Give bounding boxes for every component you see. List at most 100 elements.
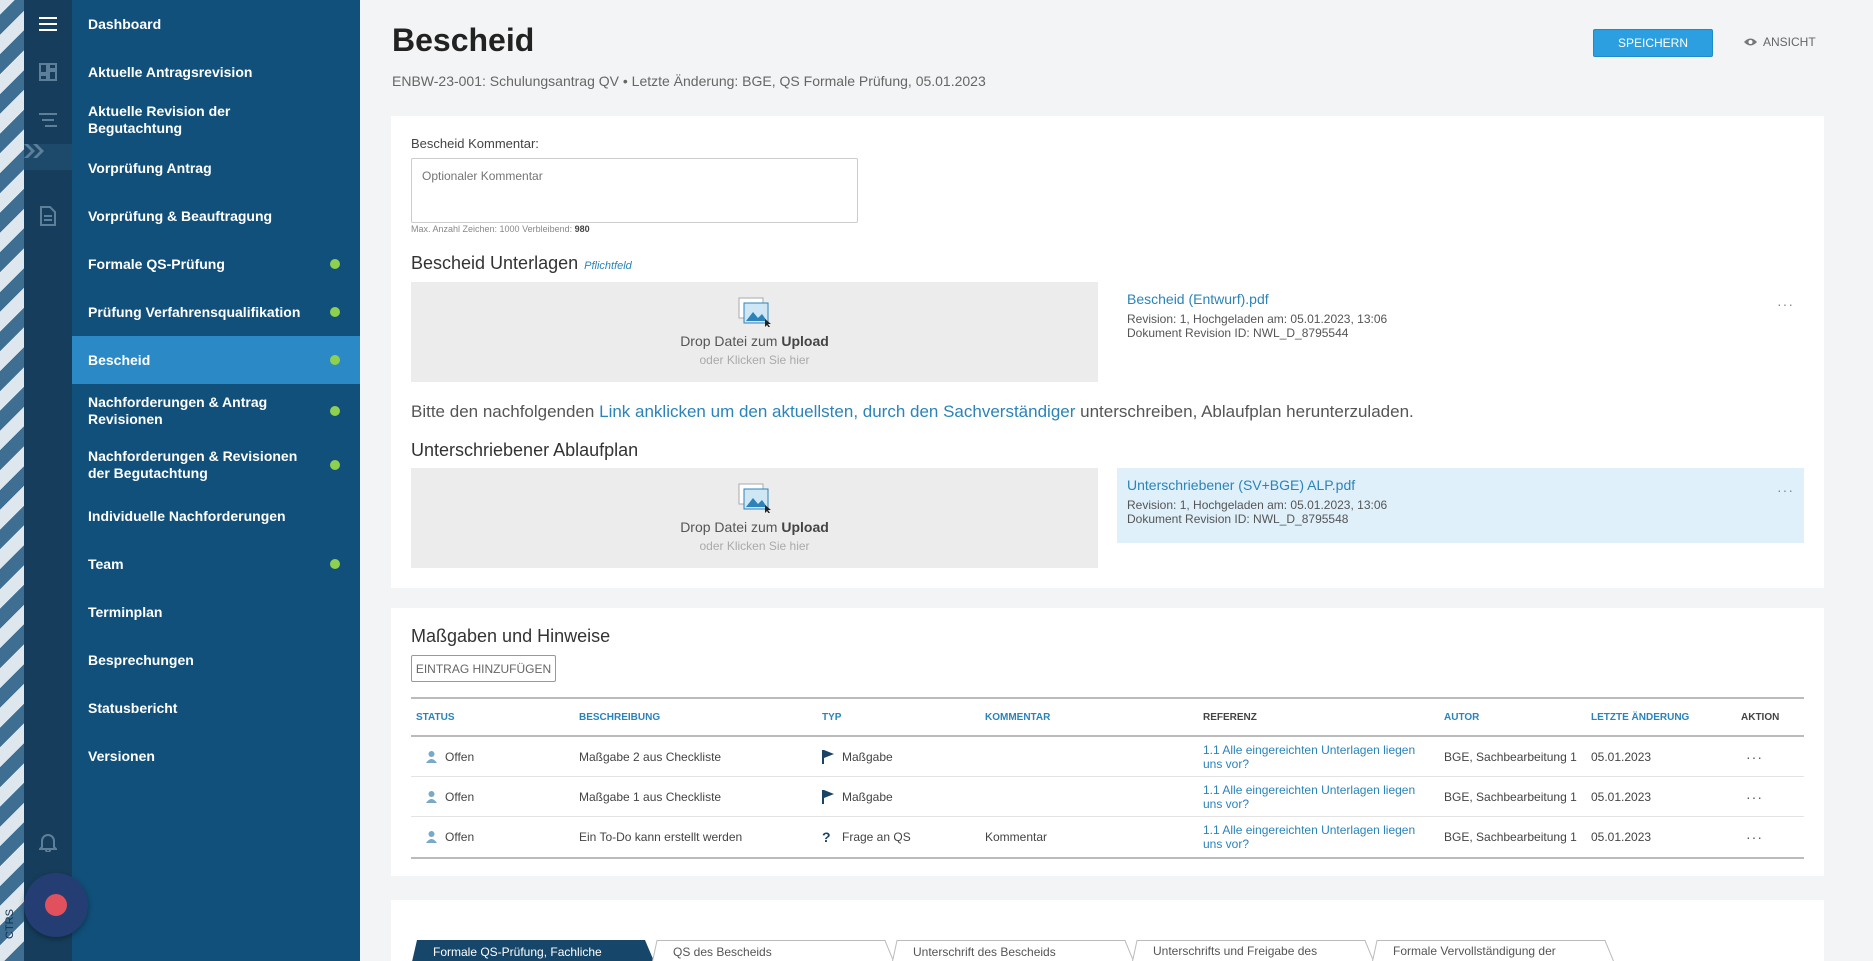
dashboard-icon[interactable] — [24, 48, 72, 96]
char-counter: Max. Anzahl Zeichen: 1000 Verbleibend: 9… — [411, 224, 590, 234]
table-row[interactable]: Offen Maßgabe 1 aus Checkliste Maßgabe 1… — [411, 777, 1804, 817]
user-icon — [426, 790, 437, 803]
description: Maßgabe 1 aus Checkliste — [579, 789, 722, 804]
author-text: BGE, Sachbearbeitung 1 — [1444, 789, 1577, 804]
workflow-card: Formale QS-Prüfung, Fachliche QS des Bes… — [391, 900, 1824, 961]
signed-heading: Unterschriebener Ablaufplan — [411, 440, 639, 460]
add-entry-button[interactable]: EINTRAG HINZUFÜGEN — [411, 655, 556, 682]
view-button[interactable]: ANSICHT — [1744, 35, 1816, 49]
sidebar-item-terminplan[interactable]: Terminplan — [72, 588, 360, 636]
type-text: Frage an QS — [842, 830, 911, 844]
view-label: ANSICHT — [1763, 35, 1816, 49]
save-button[interactable]: SPEICHERN — [1593, 29, 1713, 57]
type-text: Maßgabe — [842, 749, 893, 764]
more-icon[interactable]: ··· — [1746, 749, 1763, 765]
user-icon — [426, 750, 437, 763]
comment-field[interactable] — [411, 158, 858, 223]
sidebar-nav: Dashboard Aktuelle Antragsrevision Aktue… — [72, 0, 360, 961]
sidebar-item-formale-qs-pruefung[interactable]: Formale QS-Prüfung — [72, 240, 360, 288]
author-text: BGE, Sachbearbeitung 1 — [1444, 749, 1577, 764]
icon-rail — [24, 0, 72, 961]
sidebar-item-dashboard[interactable]: Dashboard — [72, 0, 360, 48]
signed-dropzone[interactable]: Drop Datei zum Upload oder Klicken Sie h… — [411, 468, 1098, 568]
status-dot — [330, 307, 340, 317]
status-text: Offen — [445, 830, 475, 844]
sidebar-item-besprechungen[interactable]: Besprechungen — [72, 636, 360, 684]
table-row[interactable]: Offen Ein To-Do kann erstellt werden ? Fr… — [411, 817, 1804, 857]
list-icon[interactable] — [24, 96, 72, 144]
chevrons-right-icon[interactable] — [24, 144, 72, 170]
sidebar-item-individuelle-nachforderungen[interactable]: Individuelle Nachforderungen — [72, 492, 360, 540]
status-dot — [330, 259, 340, 269]
column-header: REFERENZ — [1203, 711, 1257, 723]
reference-link[interactable]: 1.1 Alle eingereichten Unterlagen liegen… — [1203, 823, 1433, 851]
sidebar-item-aktuelle-revision-begutachtung[interactable]: Aktuelle Revision der Begutachtung — [72, 96, 360, 144]
sidebar-item-nachforderungen-begutachtung[interactable]: Nachforderungen & Revisionen der Begutac… — [72, 438, 360, 492]
sidebar-item-vorpruefung-antrag[interactable]: Vorprüfung Antrag — [72, 144, 360, 192]
description: Maßgabe 2 aus Checkliste — [579, 749, 722, 764]
page-title: Bescheid — [392, 22, 535, 58]
eye-icon — [1744, 38, 1757, 46]
date-text: 05.01.2023 — [1591, 749, 1652, 764]
more-icon[interactable]: ··· — [1777, 482, 1794, 498]
file-meta: Revision: 1, Hochgeladen am: 05.01.2023,… — [1127, 312, 1388, 340]
column-header[interactable]: LETZTE ÄNDERUNG — [1591, 699, 1689, 735]
dropzone-subtext: oder Klicken Sie hier — [699, 353, 810, 367]
more-icon[interactable]: ··· — [1746, 829, 1763, 845]
question-icon: ? — [822, 829, 831, 845]
reference-link[interactable]: 1.1 Alle eingereichten Unterlagen liegen… — [1203, 743, 1433, 771]
massgaben-card: Maßgaben und Hinweise EINTRAG HINZUFÜGEN… — [391, 608, 1824, 876]
bell-icon[interactable] — [24, 818, 72, 866]
workflow-step[interactable]: QS des Bescheids — [651, 940, 896, 961]
column-header: AKTION — [1741, 711, 1780, 723]
comment-label: Bescheid Kommentar: — [411, 136, 539, 151]
status-text: Offen — [445, 749, 475, 764]
status-dot — [330, 559, 340, 569]
sidebar-item-statusbericht[interactable]: Statusbericht — [72, 684, 360, 732]
required-badge: Pflichtfeld — [584, 260, 632, 272]
author-text: BGE, Sachbearbeitung 1 — [1444, 830, 1577, 844]
bescheid-dropzone[interactable]: Drop Datei zum Upload oder Klicken Sie h… — [411, 282, 1098, 382]
upload-image-icon — [738, 483, 771, 513]
sidebar-item-bescheid[interactable]: Bescheid — [72, 336, 360, 384]
more-icon[interactable]: ··· — [1746, 789, 1763, 805]
column-header[interactable]: BESCHREIBUNG — [579, 699, 660, 735]
file-link[interactable]: Unterschriebener (SV+BGE) ALP.pdf — [1127, 477, 1794, 493]
bescheid-card: Bescheid Kommentar: Max. Anzahl Zeichen:… — [391, 116, 1824, 588]
page-subtitle: ENBW-23-001: Schulungsantrag QV • Letzte… — [392, 73, 986, 89]
bescheid-file: Bescheid (Entwurf).pdf Revision: 1, Hoch… — [1117, 282, 1804, 357]
status-dot — [330, 406, 340, 416]
column-header[interactable]: STATUS — [416, 699, 455, 735]
documents-heading: Bescheid Unterlagen Pflichtfeld — [411, 253, 632, 273]
workflow-step[interactable]: Formale QS-Prüfung, Fachliche — [411, 940, 656, 961]
status-dot — [330, 355, 340, 365]
menu-icon[interactable] — [24, 0, 72, 48]
massgaben-heading: Maßgaben und Hinweise — [411, 626, 611, 646]
workflow-step[interactable]: Unterschrifts und Freigabe des — [1131, 940, 1376, 961]
date-text: 05.01.2023 — [1591, 789, 1652, 804]
sidebar-item-nachforderungen-antrag[interactable]: Nachforderungen & Antrag Revisionen — [72, 384, 360, 438]
ablaufplan-link[interactable]: Link anklicken um den aktuellsten, durch… — [599, 402, 1075, 421]
more-icon[interactable]: ··· — [1777, 296, 1794, 312]
file-link[interactable]: Bescheid (Entwurf).pdf — [1127, 291, 1794, 307]
record-icon — [45, 894, 67, 916]
sidebar-item-team[interactable]: Team — [72, 540, 360, 588]
sidebar-item-versionen[interactable]: Versionen — [72, 732, 360, 780]
sidebar-item-vorpruefung-beauftragung[interactable]: Vorprüfung & Beauftragung — [72, 192, 360, 240]
column-header[interactable]: TYP — [822, 699, 841, 735]
floating-action-button[interactable] — [24, 873, 88, 937]
document-icon[interactable] — [24, 192, 72, 240]
workflow-step[interactable]: Formale Vervollständigung der — [1371, 940, 1616, 961]
comment-text: Kommentar — [985, 830, 1048, 844]
column-header[interactable]: KOMMENTAR — [985, 699, 1050, 735]
column-header[interactable]: AUTOR — [1444, 699, 1479, 735]
flag-icon — [822, 789, 834, 804]
workflow-step[interactable]: Unterschrift des Bescheids — [891, 940, 1136, 961]
sidebar-item-aktuelle-antragsrevision[interactable]: Aktuelle Antragsrevision — [72, 48, 360, 96]
type-text: Maßgabe — [842, 789, 893, 804]
file-meta: Revision: 1, Hochgeladen am: 05.01.2023,… — [1127, 498, 1388, 526]
reference-link[interactable]: 1.1 Alle eingereichten Unterlagen liegen… — [1203, 783, 1433, 811]
table-row[interactable]: Offen Maßgabe 2 aus Checkliste Maßgabe 1… — [411, 737, 1804, 777]
sidebar-item-pruefung-verfahrensqualifikation[interactable]: Prüfung Verfahrensqualifikation — [72, 288, 360, 336]
dropzone-text: Drop Datei zum Upload — [680, 519, 829, 535]
